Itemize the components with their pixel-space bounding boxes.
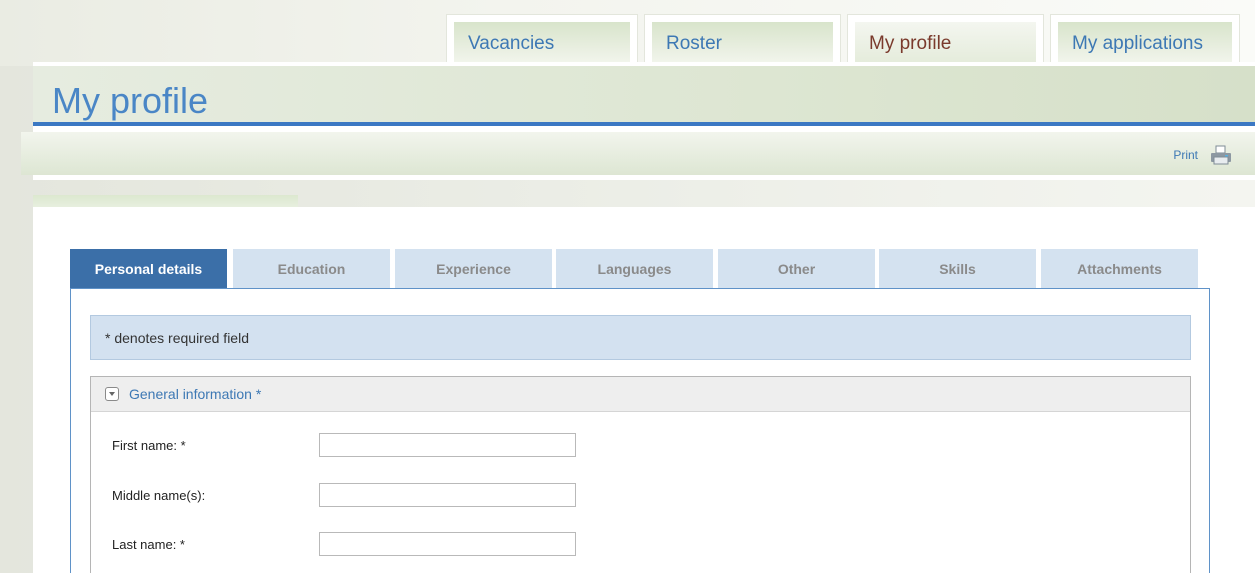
tab-other[interactable]: Other bbox=[718, 249, 875, 289]
nav-tab-my-applications[interactable]: My applications bbox=[1050, 14, 1240, 67]
nav-tab-label: Vacancies bbox=[454, 22, 630, 67]
first-name-row: First name: * bbox=[112, 433, 612, 457]
first-name-input[interactable] bbox=[319, 433, 576, 457]
page-title: My profile bbox=[52, 80, 209, 121]
last-name-input[interactable] bbox=[319, 532, 576, 556]
nav-tab-vacancies[interactable]: Vacancies bbox=[446, 14, 638, 67]
tab-attachments[interactable]: Attachments bbox=[1041, 249, 1198, 289]
section-header[interactable]: General information * bbox=[91, 377, 1190, 412]
middle-name-input[interactable] bbox=[319, 483, 576, 507]
nav-tab-label: My profile bbox=[855, 22, 1036, 67]
section-title: General information * bbox=[129, 386, 262, 402]
tab-skills[interactable]: Skills bbox=[879, 249, 1036, 289]
header-panel: My profile Print bbox=[21, 62, 1255, 180]
nav-tab-my-profile[interactable]: My profile bbox=[847, 14, 1044, 67]
progress-strip bbox=[33, 195, 298, 207]
tab-languages[interactable]: Languages bbox=[556, 249, 713, 289]
tab-experience[interactable]: Experience bbox=[395, 249, 552, 289]
collapse-toggle-icon[interactable] bbox=[105, 387, 119, 401]
tab-content: * denotes required field General informa… bbox=[70, 288, 1210, 573]
nav-tab-roster[interactable]: Roster bbox=[644, 14, 841, 67]
general-information-section: General information * First name: * Midd… bbox=[90, 376, 1191, 573]
printer-icon bbox=[1210, 145, 1232, 165]
last-name-label: Last name: * bbox=[112, 537, 185, 552]
toolbar: Print bbox=[21, 132, 1255, 175]
nav-tab-label: Roster bbox=[652, 22, 833, 67]
print-button[interactable]: Print bbox=[1173, 145, 1232, 165]
first-name-label: First name: * bbox=[112, 438, 186, 453]
title-band: My profile bbox=[33, 66, 1255, 126]
tab-education[interactable]: Education bbox=[233, 249, 390, 289]
nav-tab-label: My applications bbox=[1058, 22, 1232, 67]
print-label: Print bbox=[1173, 148, 1198, 162]
required-notice: * denotes required field bbox=[90, 315, 1191, 360]
main-panel: Personal details Education Experience La… bbox=[33, 207, 1255, 573]
middle-name-label: Middle name(s): bbox=[112, 488, 206, 503]
last-name-row: Last name: * bbox=[112, 532, 612, 556]
middle-name-row: Middle name(s): bbox=[112, 483, 612, 507]
tab-personal-details[interactable]: Personal details bbox=[70, 249, 227, 289]
